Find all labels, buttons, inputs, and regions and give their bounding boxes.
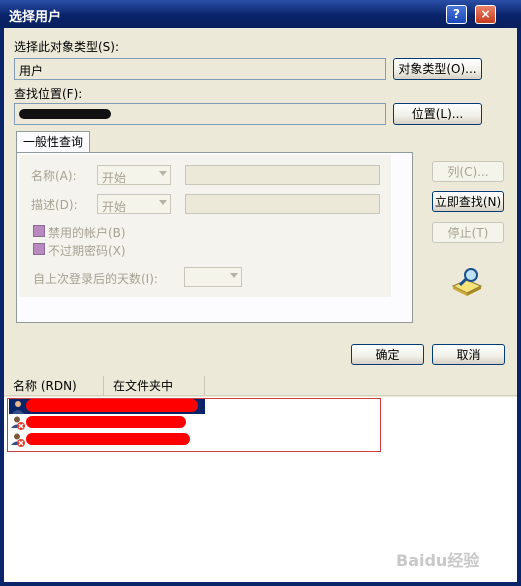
tab-panel: 名称(A): 开始 描述(D): 开始 禁用的帐户(B) 不过期密码(X) 自上… <box>16 152 413 323</box>
non-expiring-password-checkbox[interactable] <box>33 243 45 255</box>
window-title: 选择用户 <box>9 10 62 25</box>
disabled-accounts-checkbox[interactable] <box>33 225 45 237</box>
chevron-down-icon <box>230 273 238 278</box>
tab-general-query[interactable]: 一般性查询 <box>16 131 90 153</box>
name-condition-value: 开始 <box>102 171 127 185</box>
column-header-folder[interactable]: 在文件夹中 <box>104 376 205 396</box>
redaction-mark <box>26 399 198 412</box>
locations-button[interactable]: 位置(L)... <box>393 103 482 125</box>
name-condition-select[interactable]: 开始 <box>97 165 171 185</box>
object-types-button[interactable]: 对象类型(O)... <box>393 58 482 80</box>
chevron-down-icon <box>159 200 167 205</box>
redaction-mark <box>19 109 111 119</box>
list-item[interactable] <box>9 433 205 448</box>
description-input[interactable] <box>185 194 380 214</box>
days-since-login-label: 自上次登录后的天数(I): <box>33 272 158 286</box>
redaction-mark <box>26 433 190 445</box>
list-item[interactable] <box>9 416 205 431</box>
stop-button[interactable]: 停止(T) <box>432 222 504 243</box>
search-icon <box>451 266 485 298</box>
ok-button[interactable]: 确定 <box>351 344 424 365</box>
object-type-label: 选择此对象类型(S): <box>14 40 120 54</box>
non-expiring-password-label: 不过期密码(X) <box>48 244 126 258</box>
location-label: 查找位置(F): <box>14 87 83 101</box>
column-header-name[interactable]: 名称 (RDN) <box>4 376 104 396</box>
watermark: Baidu经验 <box>396 551 480 570</box>
results-list: Baidu经验 <box>4 397 517 582</box>
redaction-mark <box>26 416 186 428</box>
description-condition-select[interactable]: 开始 <box>97 194 171 214</box>
title-bar[interactable]: 选择用户 ? × <box>0 0 521 28</box>
description-label: 描述(D): <box>31 198 78 212</box>
find-now-button[interactable]: 立即查找(N) <box>432 191 504 212</box>
name-input[interactable] <box>185 165 380 185</box>
cancel-button[interactable]: 取消 <box>432 344 505 365</box>
disabled-user-icon <box>11 416 25 430</box>
user-icon <box>11 400 25 414</box>
dialog-body: 选择此对象类型(S): 用户 对象类型(O)... 查找位置(F): 位置(L)… <box>4 28 517 582</box>
location-field <box>14 103 386 125</box>
name-label: 名称(A): <box>31 169 77 183</box>
close-button[interactable]: × <box>475 5 496 24</box>
object-type-field: 用户 <box>14 58 386 80</box>
days-since-login-select[interactable] <box>184 267 242 287</box>
disabled-accounts-label: 禁用的帐户(B) <box>48 226 126 240</box>
results-header: 名称 (RDN) 在文件夹中 <box>4 376 517 396</box>
columns-button[interactable]: 列(C)... <box>432 161 504 182</box>
chevron-down-icon <box>159 171 167 176</box>
dialog-window: 选择用户 ? × 选择此对象类型(S): 用户 对象类型(O)... 查找位置(… <box>0 0 521 586</box>
list-item[interactable] <box>9 399 205 414</box>
query-area: 名称(A): 开始 描述(D): 开始 禁用的帐户(B) 不过期密码(X) 自上… <box>19 155 391 297</box>
description-condition-value: 开始 <box>102 200 127 214</box>
help-button[interactable]: ? <box>446 5 467 24</box>
disabled-user-icon <box>11 433 25 447</box>
